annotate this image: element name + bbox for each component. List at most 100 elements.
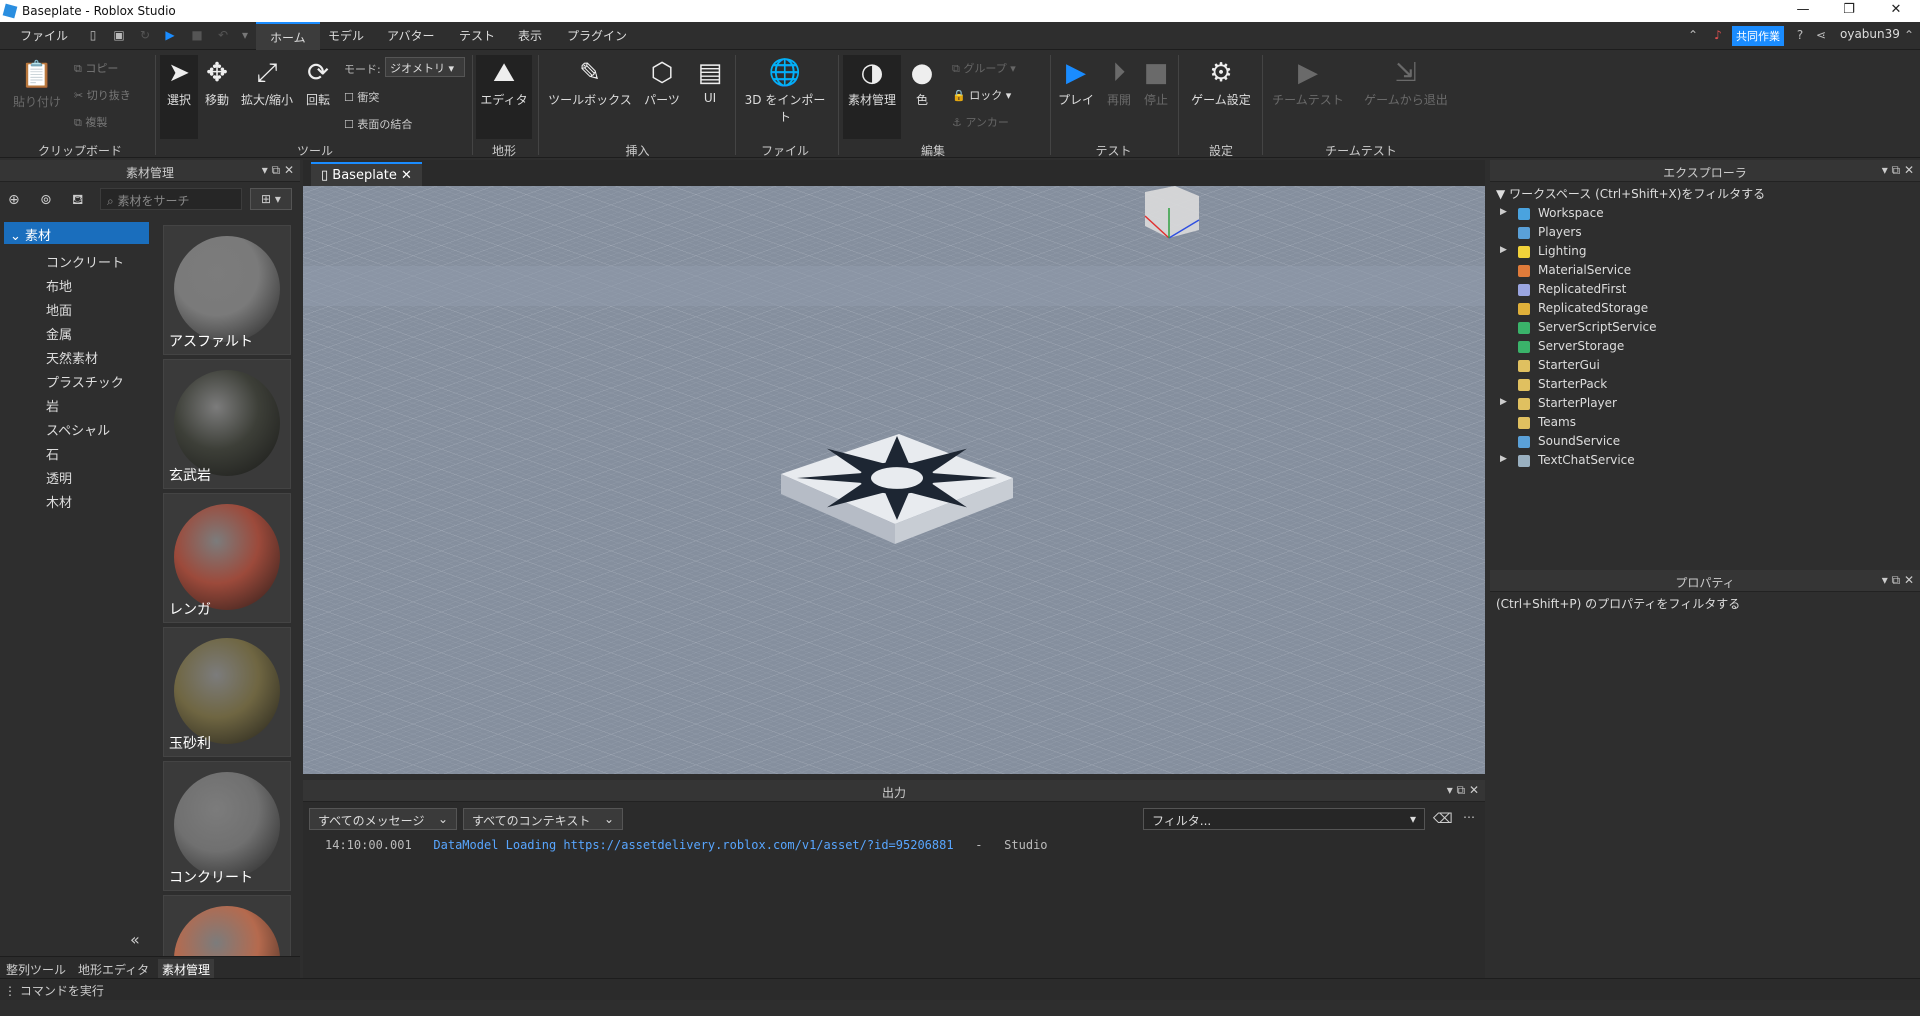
- share-icon[interactable]: ⋖: [1814, 28, 1828, 42]
- material-swatch[interactable]: 玉砂利: [163, 627, 291, 757]
- panel-close-icon[interactable]: ▾ ⧉ ✕: [262, 163, 294, 178]
- tab-baseplate[interactable]: ▯ Baseplate ✕: [311, 162, 422, 186]
- mode-select[interactable]: ジオメトリ ▾: [385, 57, 465, 77]
- add-material-icon[interactable]: ⊕: [8, 192, 20, 208]
- ui-button[interactable]: ▤ UI: [690, 55, 730, 105]
- parts-button[interactable]: ⬡ パーツ: [640, 55, 684, 108]
- select-tool-button[interactable]: ➤ 選択: [160, 55, 198, 139]
- tab-home[interactable]: ホーム: [256, 22, 320, 50]
- menu-file[interactable]: ファイル: [20, 27, 68, 44]
- output-close-icon[interactable]: ▾ ⧉ ✕: [1447, 783, 1479, 798]
- tab-test[interactable]: テスト: [459, 27, 495, 44]
- explorer-item[interactable]: ServerScriptService: [1538, 320, 1657, 334]
- material-swatch[interactable]: 玄武岩: [163, 359, 291, 489]
- close-tab-icon[interactable]: ✕: [401, 168, 412, 183]
- material-manager-button[interactable]: ◑ 素材管理: [843, 55, 901, 139]
- lock-button[interactable]: 🔒 ロック ▾: [952, 87, 1011, 103]
- tab-model[interactable]: モデル: [328, 27, 364, 44]
- command-input[interactable]: ⋮ コマンドを実行: [4, 982, 104, 999]
- import-3d-button[interactable]: 🌐 3D をインポート: [740, 55, 830, 125]
- explorer-item[interactable]: TextChatService: [1538, 453, 1635, 467]
- pin-icon[interactable]: ⊚: [40, 192, 52, 208]
- collab-button[interactable]: 共同作業: [1732, 26, 1784, 46]
- 3d-viewport[interactable]: [303, 186, 1485, 774]
- cut-button[interactable]: ✂ 切り抜き: [74, 87, 131, 103]
- quick-stop-icon[interactable]: ■: [190, 28, 204, 42]
- tree-item-category[interactable]: 天然素材: [46, 348, 98, 367]
- color-button[interactable]: ● 色: [905, 55, 939, 108]
- tree-item-category[interactable]: 金属: [46, 324, 72, 343]
- explorer-item[interactable]: StarterGui: [1538, 358, 1600, 372]
- tree-item-category[interactable]: スペシャル: [46, 420, 110, 439]
- anchor-button[interactable]: ⚓ アンカー: [952, 114, 1009, 130]
- material-swatch[interactable]: アスファルト: [163, 225, 291, 355]
- resume-button[interactable]: ⏵ 再開: [1100, 55, 1138, 108]
- explorer-item[interactable]: SoundService: [1538, 434, 1620, 448]
- tree-item-category[interactable]: 木材: [46, 492, 72, 511]
- stop-button[interactable]: ■ 停止: [1140, 55, 1172, 108]
- open-file-icon[interactable]: ▣: [112, 28, 126, 42]
- explorer-filter-input[interactable]: ▼ ワークスペース (Ctrl+Shift+X)をフィルタする: [1490, 182, 1920, 202]
- undo-dropdown-icon[interactable]: ▾: [238, 28, 252, 42]
- explorer-item[interactable]: MaterialService: [1538, 263, 1631, 277]
- tree-item-category[interactable]: 布地: [46, 276, 72, 295]
- copy-button[interactable]: ⧉ コピー: [74, 60, 118, 76]
- paint-bucket-icon[interactable]: ⛾: [72, 192, 83, 210]
- tab-plugins[interactable]: プラグイン: [567, 27, 627, 44]
- maximize-button[interactable]: ❐: [1829, 2, 1869, 20]
- rotate-tool-button[interactable]: ⟳ 回転: [300, 55, 336, 108]
- output-filter-input[interactable]: フィルタ... ▾: [1143, 808, 1425, 830]
- tab-avatar[interactable]: アバター: [387, 27, 435, 44]
- quick-play-icon[interactable]: ▶: [163, 28, 177, 42]
- explorer-item[interactable]: ReplicatedStorage: [1538, 301, 1648, 315]
- minimize-button[interactable]: —: [1783, 2, 1823, 20]
- expand-arrow-icon[interactable]: ▶: [1500, 207, 1507, 217]
- search-input[interactable]: ⌕ 素材をサーチ: [100, 188, 242, 210]
- new-file-icon[interactable]: ▯: [86, 28, 100, 42]
- group-button[interactable]: ⧉ グループ ▾: [952, 60, 1016, 76]
- explorer-item[interactable]: StarterPlayer: [1538, 396, 1617, 410]
- paste-button[interactable]: 📋 貼り付け: [10, 57, 64, 110]
- tree-item-category[interactable]: 石: [46, 444, 59, 463]
- collision-checkbox[interactable]: ☐ 衝突: [344, 89, 379, 105]
- explorer-item[interactable]: Lighting: [1538, 244, 1587, 258]
- user-name[interactable]: oyabun39: [1840, 27, 1900, 41]
- tab-material-manager[interactable]: 素材管理: [158, 959, 215, 980]
- toolbox-button[interactable]: ✎ ツールボックス: [545, 55, 635, 108]
- message-filter-select[interactable]: すべてのメッセージ ⌄: [309, 808, 457, 830]
- tree-item-category[interactable]: プラスチック: [46, 372, 124, 391]
- game-settings-button[interactable]: ⚙ ゲーム設定: [1185, 55, 1257, 108]
- user-menu-chevron-icon[interactable]: ⌃: [1902, 28, 1916, 42]
- explorer-item[interactable]: Players: [1538, 225, 1582, 239]
- redo-icon[interactable]: ↻: [138, 28, 152, 42]
- duplicate-button[interactable]: ⧉ 複製: [74, 114, 107, 130]
- collapse-ribbon-icon[interactable]: ⌃: [1686, 28, 1700, 42]
- explorer-item[interactable]: Teams: [1538, 415, 1576, 429]
- exit-game-button[interactable]: ⇲ ゲームから退出: [1358, 55, 1454, 108]
- join-surfaces-checkbox[interactable]: ☐ 表面の結合: [344, 116, 412, 132]
- expand-arrow-icon[interactable]: ▶: [1500, 454, 1507, 464]
- explorer-item[interactable]: ServerStorage: [1538, 339, 1624, 353]
- tree-item-category[interactable]: 岩: [46, 396, 59, 415]
- move-tool-button[interactable]: ✥ 移動: [200, 55, 234, 108]
- tab-terrain-editor[interactable]: 地形エディタ: [78, 961, 149, 978]
- team-test-button[interactable]: ▶ チームテスト: [1268, 55, 1348, 108]
- expand-arrow-icon[interactable]: ▶: [1500, 245, 1507, 255]
- explorer-item[interactable]: StarterPack: [1538, 377, 1607, 391]
- properties-filter-input[interactable]: (Ctrl+Shift+P) のプロパティをフィルタする: [1490, 592, 1920, 612]
- context-filter-select[interactable]: すべてのコンテキスト ⌄: [463, 808, 623, 830]
- explorer-item[interactable]: ReplicatedFirst: [1538, 282, 1626, 296]
- explorer-item[interactable]: Workspace: [1538, 206, 1604, 220]
- help-icon[interactable]: ?: [1793, 28, 1807, 42]
- material-swatch[interactable]: レンガ: [163, 493, 291, 623]
- tree-item-category[interactable]: 地面: [46, 300, 72, 319]
- scale-tool-button[interactable]: ⤢ 拡大/縮小: [238, 55, 296, 108]
- terrain-editor-button[interactable]: ⛰ エディタ: [476, 55, 532, 139]
- view-grid-toggle[interactable]: ⊞ ▾: [250, 188, 292, 210]
- more-options-icon[interactable]: ⋯: [1463, 810, 1475, 824]
- tree-item-category[interactable]: コンクリート: [46, 252, 124, 271]
- explorer-close-icon[interactable]: ▾ ⧉ ✕: [1882, 163, 1914, 178]
- collapse-panel-icon[interactable]: «: [130, 930, 140, 949]
- material-swatch[interactable]: コンクリート: [163, 761, 291, 891]
- play-button[interactable]: ▶ プレイ: [1055, 55, 1097, 108]
